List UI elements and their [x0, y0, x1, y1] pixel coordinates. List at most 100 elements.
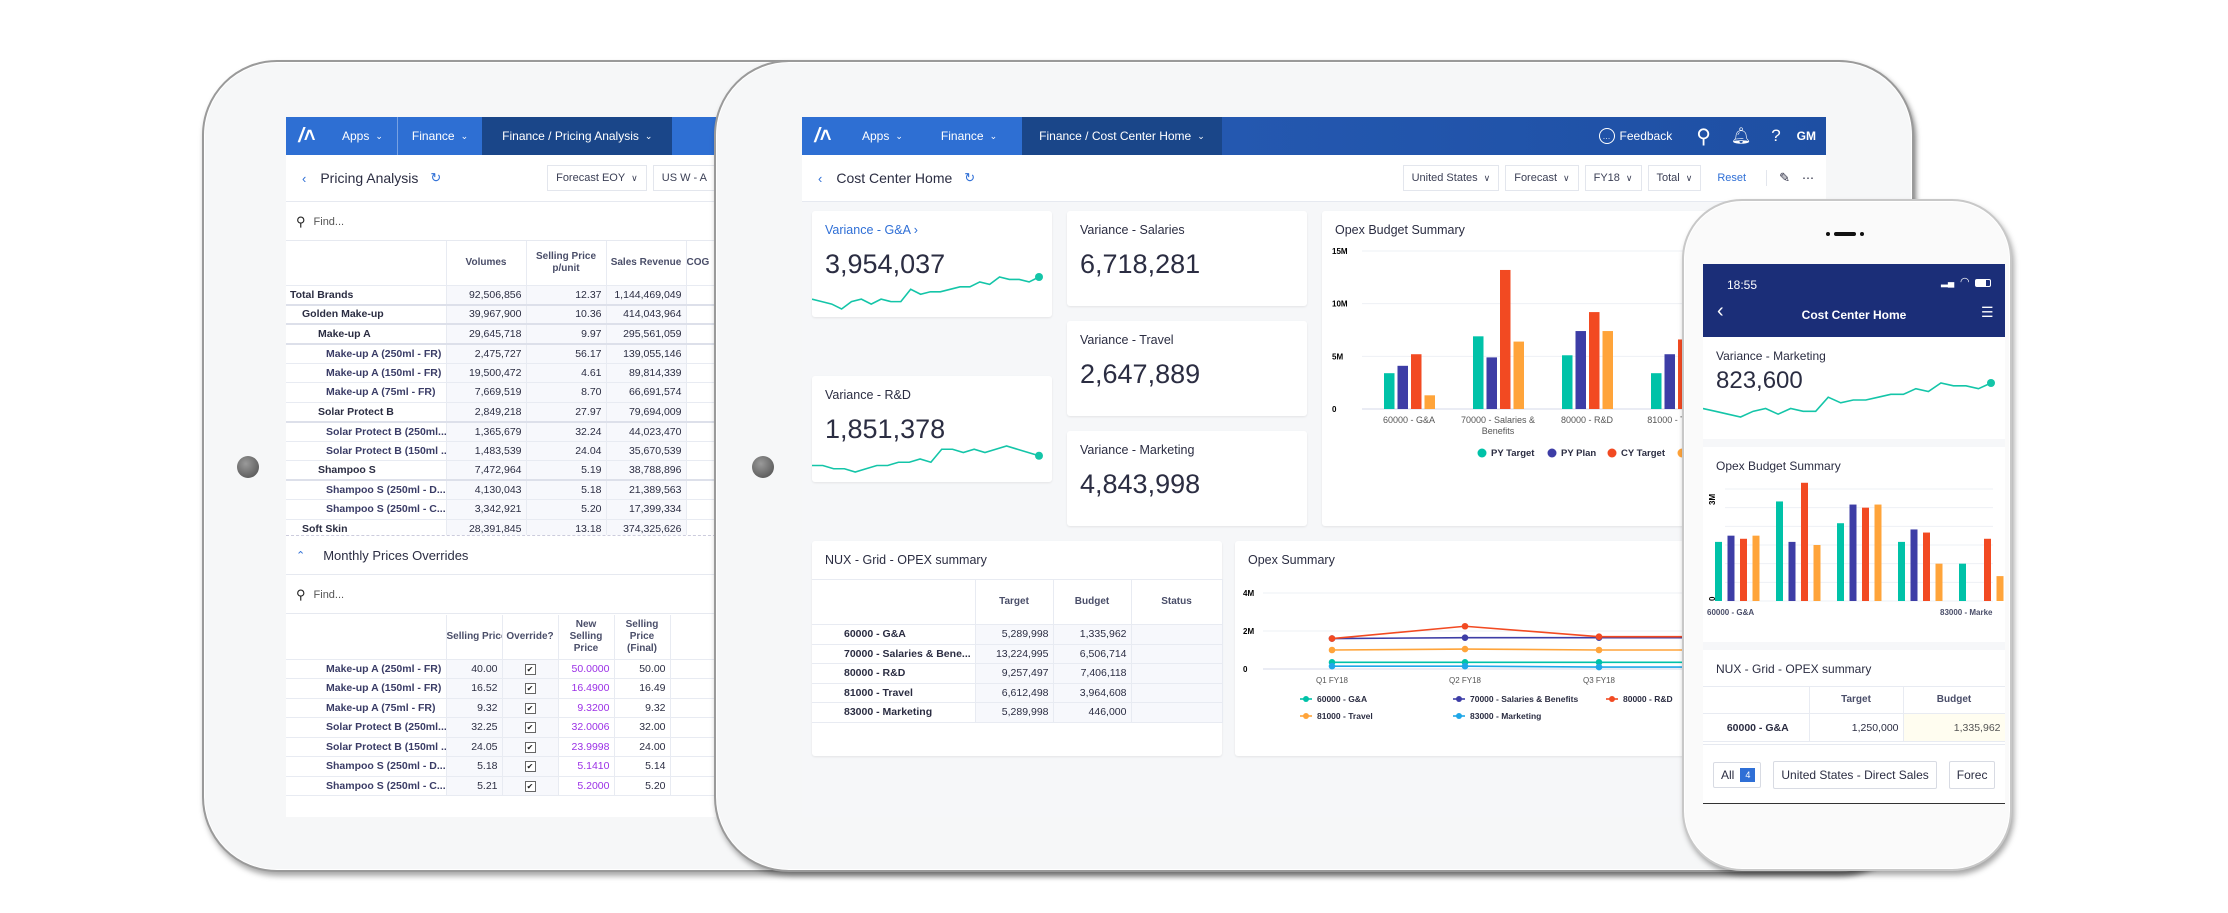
bar[interactable] — [1513, 341, 1525, 409]
value-cell[interactable]: 56.17 — [526, 343, 607, 364]
table-row[interactable]: Total Brands 92,506,856 12.37 1,144,469,049 — [286, 285, 716, 305]
bar[interactable] — [1500, 269, 1511, 409]
data-point[interactable] — [1328, 662, 1336, 670]
bar[interactable] — [1715, 541, 1722, 601]
legend-label[interactable]: 81000 - Travel — [1317, 711, 1373, 721]
override-checkbox[interactable]: ✔ — [524, 702, 536, 714]
value-cell[interactable] — [686, 441, 716, 461]
bar[interactable] — [1740, 538, 1747, 601]
new-price-cell[interactable]: 5.1410 — [558, 756, 615, 777]
app-logo-icon[interactable]: /˄ — [286, 117, 328, 155]
region-dropdown[interactable]: US W - A — [652, 165, 716, 191]
table-row[interactable]: 81000 - Travel 6,612,498 3,964,608 — [812, 683, 1223, 703]
budget-cell[interactable]: 3,964,608 — [1053, 683, 1132, 703]
edit-icon[interactable]: ✎ — [1766, 170, 1790, 186]
value-cell[interactable]: 4.61 — [526, 363, 607, 383]
value-cell[interactable]: 139,055,146 — [606, 343, 687, 364]
bar[interactable] — [1575, 331, 1587, 409]
budget-cell[interactable]: 1,335,962 — [1053, 624, 1132, 645]
new-price-cell[interactable]: 16.4900 — [558, 678, 615, 699]
table-row[interactable]: 83000 - Marketing 5,289,998 446,000 — [812, 702, 1223, 723]
filter-chip-all[interactable]: All 4 — [1713, 761, 1762, 788]
value-cell[interactable]: 19,500,472 — [446, 363, 527, 383]
refresh-icon[interactable]: ↻ — [430, 170, 441, 186]
bar[interactable] — [1862, 507, 1869, 601]
data-point[interactable] — [1595, 646, 1603, 654]
bar[interactable] — [1849, 504, 1857, 601]
bar[interactable] — [1473, 336, 1484, 409]
value-cell[interactable]: 5.18 — [526, 480, 607, 500]
column-header[interactable]: Status — [1131, 579, 1223, 625]
bar[interactable] — [1424, 395, 1436, 409]
budget-cell[interactable]: 446,000 — [1053, 702, 1132, 723]
bar[interactable] — [1935, 563, 1943, 601]
data-point[interactable] — [1328, 646, 1336, 654]
bar[interactable] — [1984, 538, 1991, 601]
table-row[interactable]: Shampoo S (250ml - D... 5.18 ✔ 5.1410 5.14 — [286, 756, 716, 777]
value-cell[interactable]: 5.19 — [526, 460, 607, 481]
value-cell[interactable]: 4,130,043 — [446, 480, 527, 500]
data-point[interactable] — [1595, 663, 1603, 671]
table-row[interactable]: Shampoo S (250ml - C... 3,342,921 5.20 17,3… — [286, 499, 716, 520]
bar[interactable] — [1959, 563, 1966, 601]
data-point[interactable] — [1328, 635, 1336, 642]
value-cell[interactable]: 7,669,519 — [446, 382, 527, 403]
value-cell[interactable]: 21,389,563 — [606, 480, 687, 500]
legend-label[interactable]: 70000 - Salaries & Benefits — [1470, 694, 1578, 704]
data-point[interactable] — [1461, 622, 1469, 630]
column-header[interactable]: Target — [1809, 686, 1904, 714]
bar[interactable] — [1727, 535, 1735, 601]
column-header[interactable]: New Selling Price — [558, 615, 615, 660]
value-cell[interactable]: 27.97 — [526, 402, 607, 422]
table-row[interactable]: Golden Make-up 39,967,900 10.36 414,043,964 — [286, 304, 716, 325]
column-header[interactable]: Volumes — [446, 241, 527, 286]
bar[interactable] — [1898, 541, 1905, 601]
kpi-card-travel[interactable]: Variance - Travel 2,647,889 — [1067, 321, 1307, 416]
bar[interactable] — [1788, 541, 1796, 601]
budget-cell[interactable]: 7,406,118 — [1053, 663, 1132, 684]
value-cell[interactable] — [686, 460, 716, 481]
value-cell[interactable]: 2,475,727 — [446, 343, 527, 364]
value-cell[interactable]: 7,472,964 — [446, 460, 527, 481]
new-price-cell[interactable]: 5.2000 — [558, 776, 615, 796]
table-row[interactable]: Make-up A (75ml - FR) 7,669,519 8.70 66,691… — [286, 382, 716, 403]
override-checkbox[interactable]: ✔ — [524, 663, 536, 675]
price-cell[interactable]: 5.21 — [446, 776, 503, 796]
bar[interactable] — [1910, 529, 1918, 601]
legend-label[interactable]: 83000 - Marketing — [1470, 711, 1541, 721]
target-cell[interactable]: 9,257,497 — [975, 663, 1054, 684]
bar[interactable] — [1996, 576, 2004, 601]
value-cell[interactable] — [686, 499, 716, 520]
nav-apps[interactable]: Apps ⌄ — [328, 117, 397, 155]
new-price-cell[interactable]: 32.0006 — [558, 717, 615, 738]
column-header[interactable]: Target — [975, 579, 1054, 625]
value-cell[interactable] — [686, 324, 716, 344]
table-row[interactable]: Make-up A (75ml - FR) 9.32 ✔ 9.3200 9.32 — [286, 698, 716, 718]
value-cell[interactable]: 66,691,574 — [606, 382, 687, 403]
column-header[interactable]: Sales Revenue — [606, 241, 687, 286]
value-cell[interactable] — [686, 382, 716, 403]
nav-finance[interactable]: Finance ⌄ — [921, 117, 1017, 155]
country-dropdown[interactable]: United States ∨ — [1402, 165, 1500, 191]
override-checkbox[interactable]: ✔ — [524, 780, 536, 792]
bar[interactable] — [1776, 501, 1783, 601]
override-checkbox[interactable]: ✔ — [524, 722, 536, 734]
data-point[interactable] — [1595, 633, 1603, 640]
price-cell[interactable]: 40.00 — [446, 659, 503, 679]
value-cell[interactable]: 2,849,218 — [446, 402, 527, 422]
main-tablet-home-button[interactable] — [752, 456, 774, 478]
table-row[interactable]: Shampoo S 7,472,964 5.19 38,788,896 — [286, 460, 716, 481]
section-header[interactable]: ⌃ Monthly Prices Overrides — [286, 535, 716, 575]
bar[interactable] — [1923, 532, 1930, 601]
price-cell[interactable]: 32.25 — [446, 717, 503, 738]
column-header[interactable]: Override? — [502, 615, 559, 660]
value-cell[interactable]: 24.04 — [526, 441, 607, 461]
table-row[interactable]: Make-up A (150ml - FR) 19,500,472 4.61 89,8… — [286, 363, 716, 383]
search-input[interactable]: Find... — [314, 589, 345, 601]
back-icon[interactable]: ‹ — [818, 171, 822, 186]
bar[interactable] — [1801, 482, 1808, 601]
menu-icon[interactable]: ☰ — [1981, 304, 1994, 321]
nav-breadcrumb[interactable]: Finance / Cost Center Home ⌄ — [1017, 117, 1227, 155]
value-cell[interactable]: 39,967,900 — [446, 304, 527, 325]
value-cell[interactable]: 12.37 — [526, 285, 607, 305]
